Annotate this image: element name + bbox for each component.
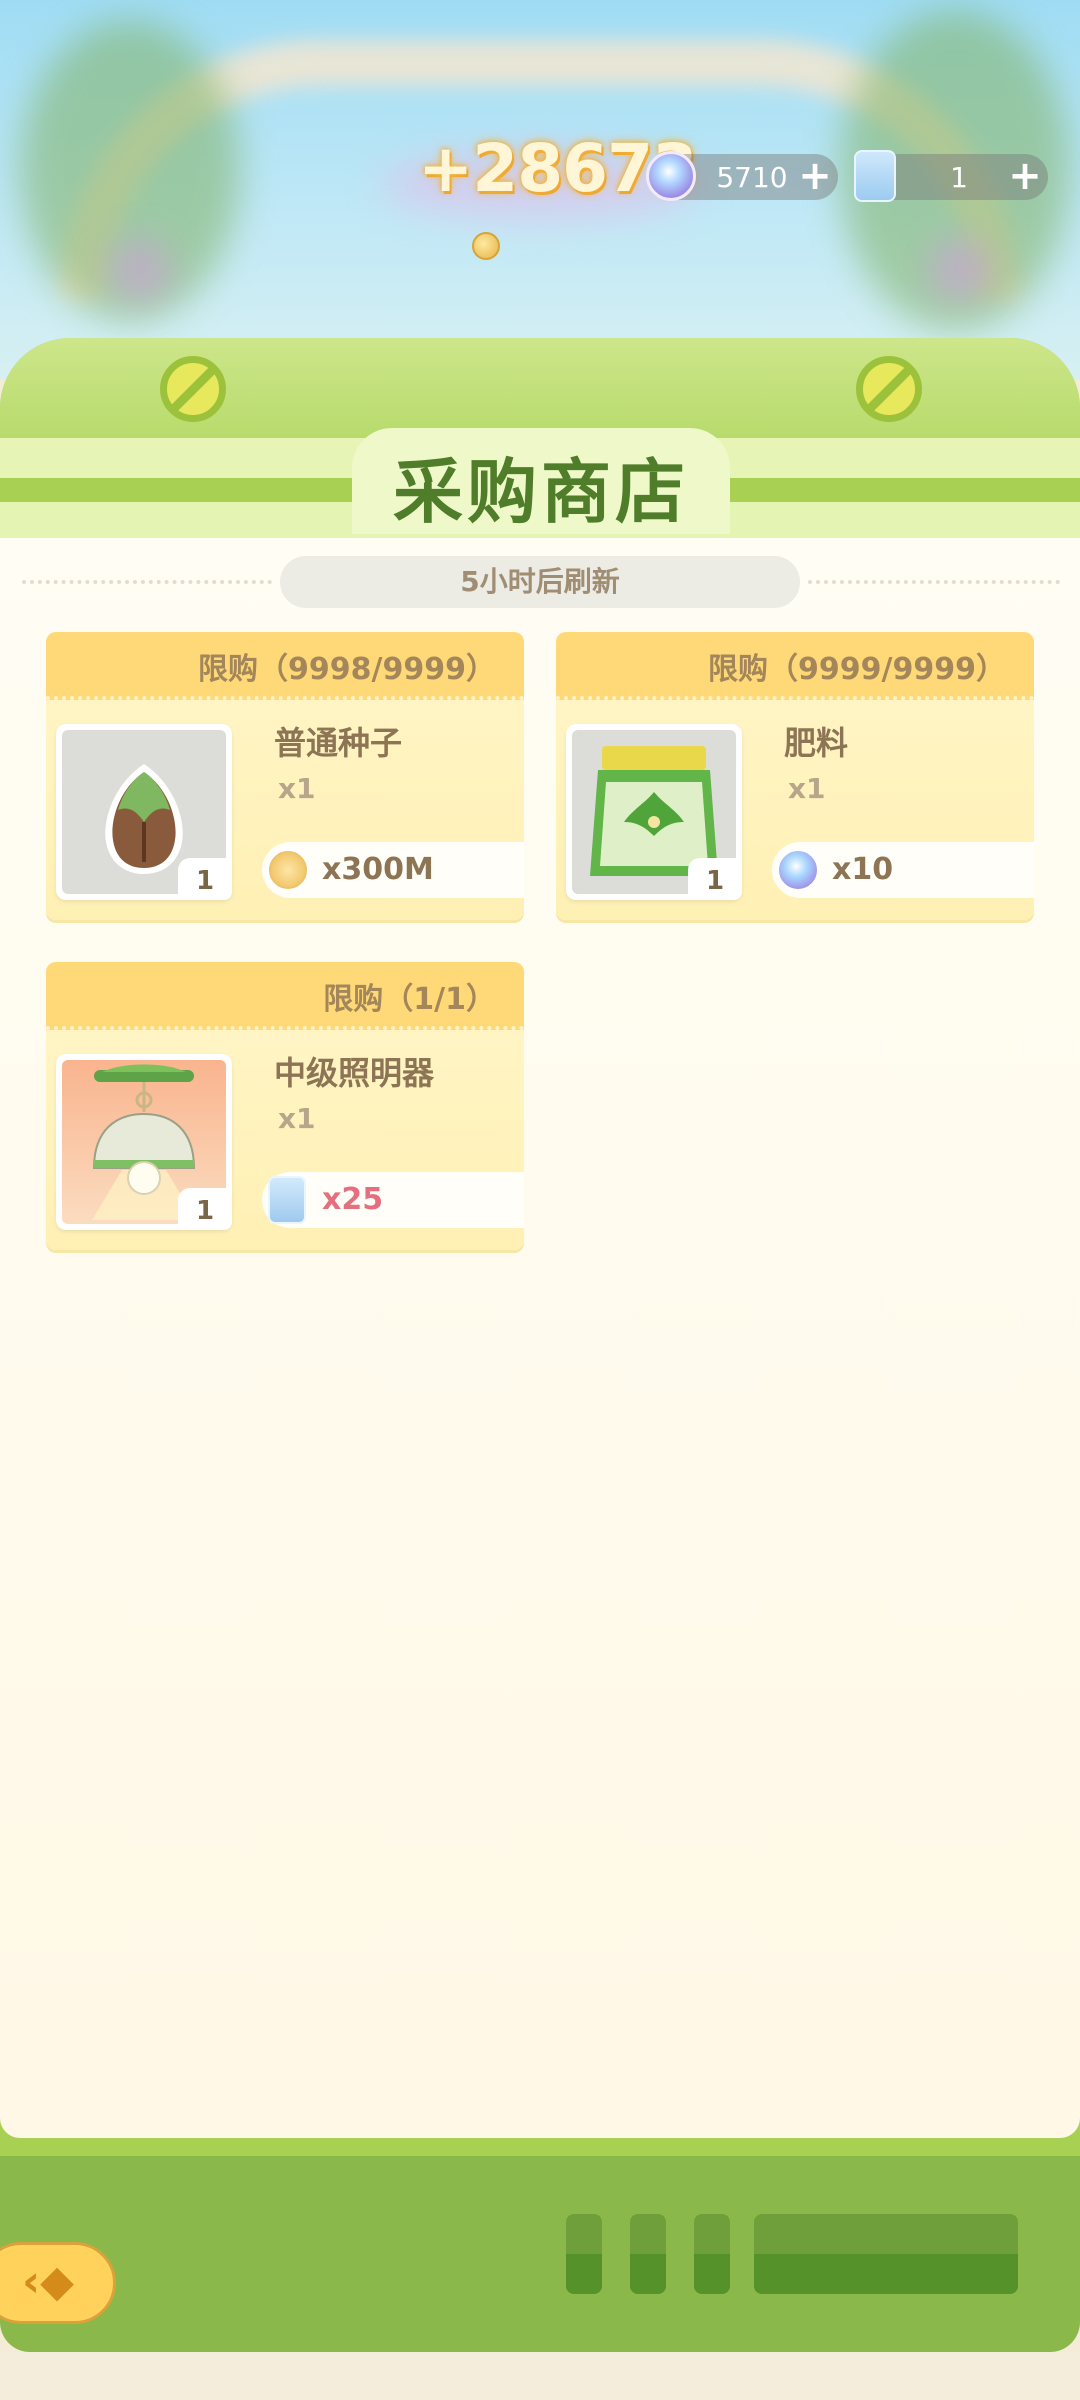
item-stack-count: 1 [178, 1188, 232, 1230]
card-header: 限购（1/1） [46, 962, 524, 1030]
divider-left [22, 580, 272, 584]
buy-button[interactable]: x10 [772, 842, 1034, 898]
purchase-limit: 限购（1/1） [323, 982, 496, 1017]
bottom-action-button[interactable] [754, 2214, 1018, 2294]
bottom-bar: ‹◆ [0, 2156, 1080, 2352]
shop-panel: 采购商店 5小时后刷新 限购（9998/9999） 1 普通种子 x1 x300… [0, 338, 1080, 2158]
item-name: 中级照明器 [274, 1054, 435, 1092]
item-quantity: x1 [278, 1102, 316, 1135]
background-scene: +28673 5710 + 1 + [0, 0, 1080, 380]
shop-content: 5小时后刷新 限购（9998/9999） 1 普通种子 x1 x300M 限购（… [0, 538, 1080, 2138]
item-quantity: x1 [788, 772, 826, 805]
ticket-bag-icon [854, 150, 896, 202]
ticket-bag-icon [268, 1176, 306, 1224]
coin-icon [266, 848, 310, 892]
ticket-counter: 1 + [854, 150, 1048, 202]
item-stack-count: 1 [178, 858, 232, 900]
buy-button[interactable]: x300M [262, 842, 524, 898]
bottom-slot[interactable] [630, 2214, 666, 2294]
gem-count: 5710 [716, 161, 788, 194]
item-quantity: x1 [278, 772, 316, 805]
footer-strip [0, 2352, 1080, 2400]
refresh-timer: 5小时后刷新 [280, 556, 800, 608]
shop-item-card[interactable]: 限购（9999/9999） 1 肥料 x1 x10 [556, 632, 1034, 920]
price-label: x10 [832, 852, 894, 887]
item-image-frame[interactable]: 1 [56, 724, 232, 900]
purchase-limit: 限购（9998/9999） [198, 652, 496, 687]
gem-icon [776, 848, 820, 892]
price-label: x25 [322, 1182, 384, 1217]
price-label: x300M [322, 852, 434, 887]
add-tickets-button[interactable]: + [1008, 156, 1042, 196]
flying-coin-icon [472, 232, 500, 260]
item-image-frame[interactable]: 1 [566, 724, 742, 900]
page-title: 采购商店 [393, 451, 689, 533]
card-header: 限购（9998/9999） [46, 632, 524, 700]
right-no-entry-icon [856, 356, 922, 422]
item-image-frame[interactable]: 1 [56, 1054, 232, 1230]
purchase-limit: 限购（9999/9999） [708, 652, 1006, 687]
bottom-slot[interactable] [694, 2214, 730, 2294]
divider-right [808, 580, 1060, 584]
add-gems-button[interactable]: + [798, 156, 832, 196]
item-stack-count: 1 [688, 858, 742, 900]
bottom-slot[interactable] [566, 2214, 602, 2294]
card-header: 限购（9999/9999） [556, 632, 1034, 700]
ticket-count: 1 [950, 161, 968, 194]
item-name: 肥料 [784, 724, 849, 762]
back-button[interactable]: ‹◆ [0, 2242, 116, 2324]
buy-button[interactable]: x25 [262, 1172, 524, 1228]
shop-item-card[interactable]: 限购（1/1） 1 中级照明器 x1 x25 [46, 962, 524, 1250]
gem-icon [646, 151, 696, 201]
left-no-entry-icon [160, 356, 226, 422]
shop-item-card[interactable]: 限购（9998/9999） 1 普通种子 x1 x300M [46, 632, 524, 920]
back-arrow-icon: ‹◆ [22, 2256, 74, 2307]
gem-counter: 5710 + [646, 151, 838, 201]
item-name: 普通种子 [274, 724, 403, 762]
